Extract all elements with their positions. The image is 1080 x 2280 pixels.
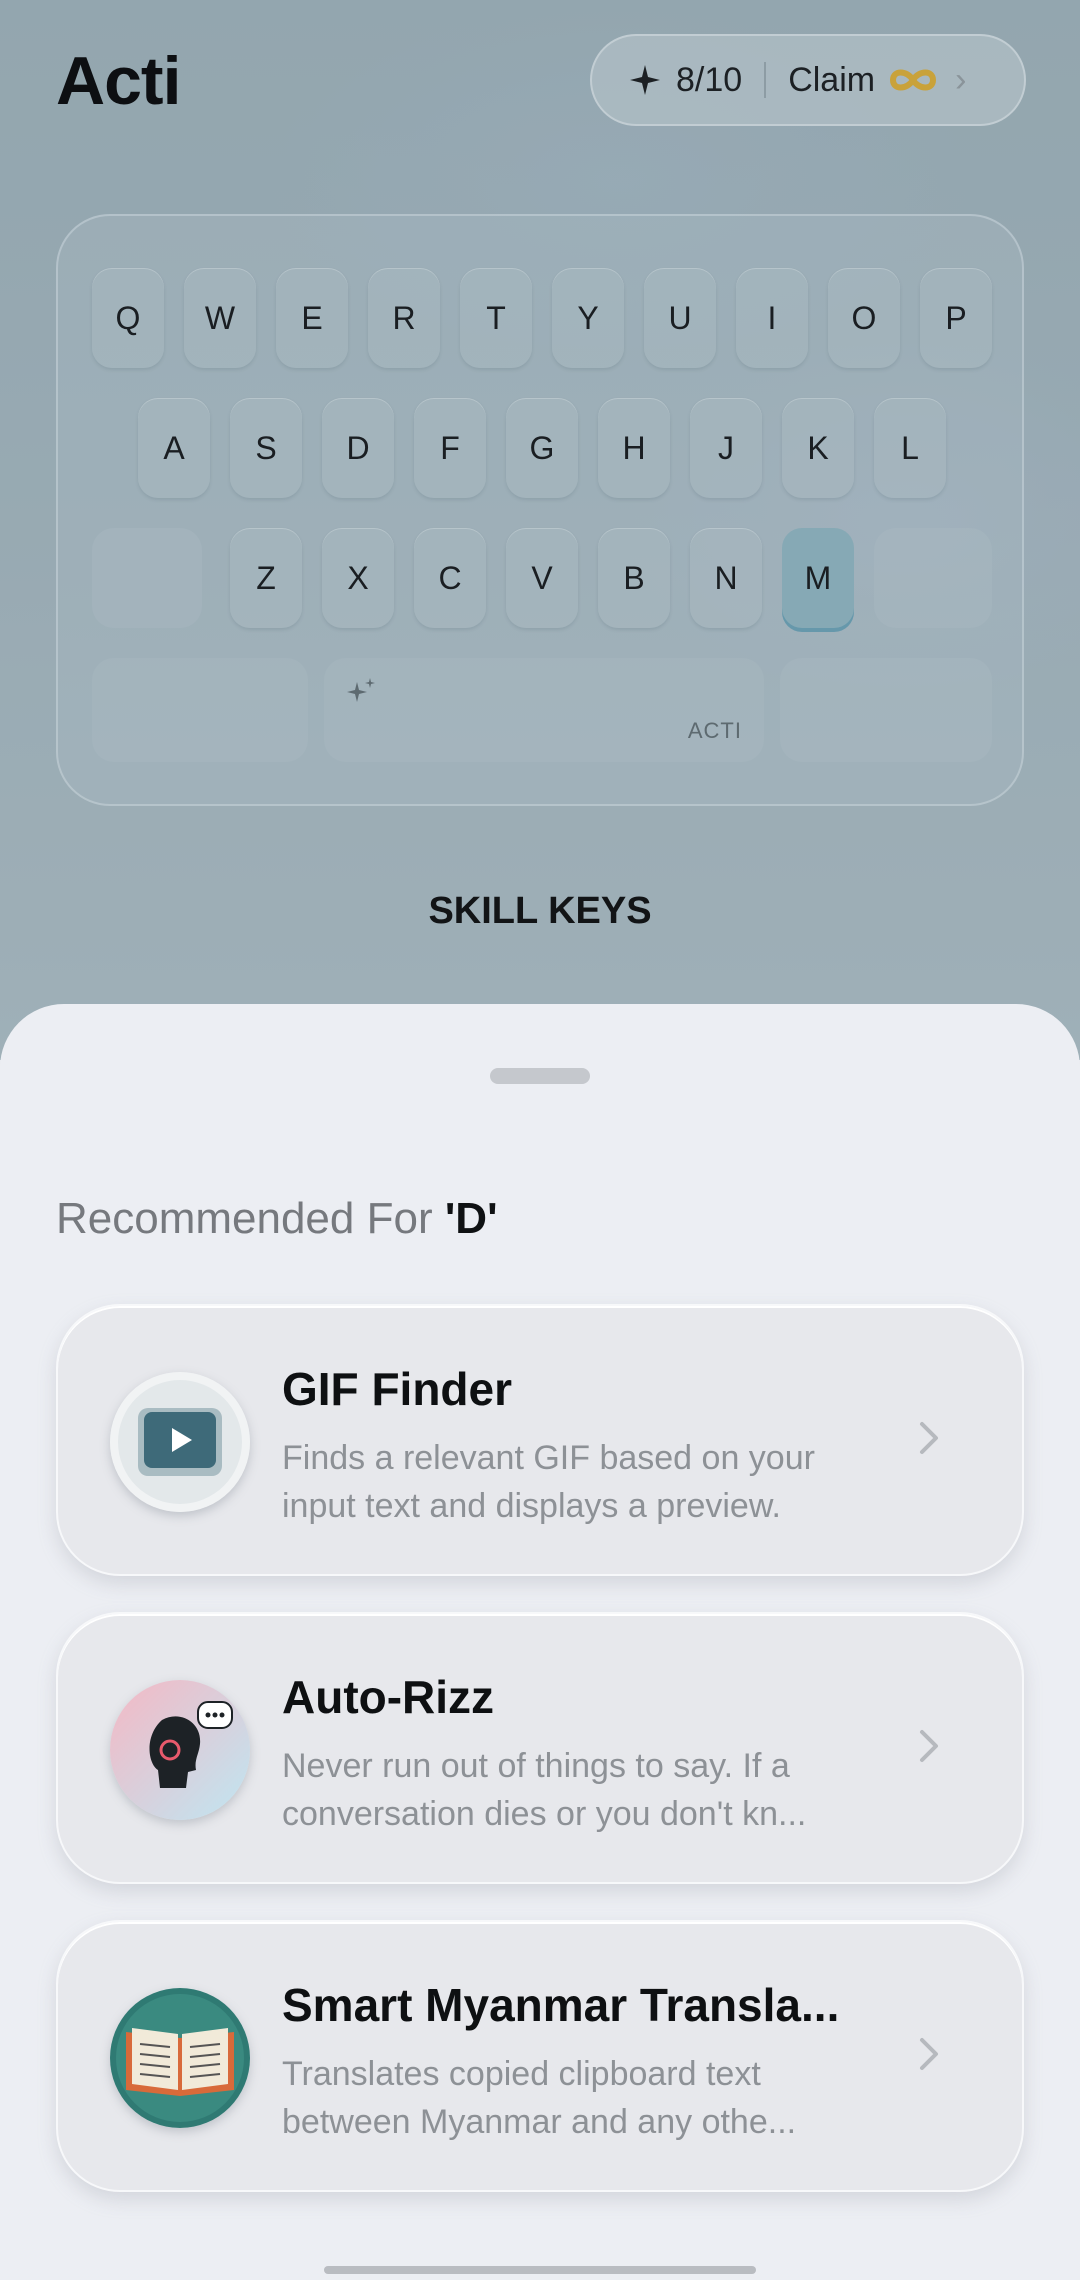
key-numbers[interactable] [92,658,308,762]
key-u[interactable]: U [644,268,716,368]
card-description: Translates copied clipboard text between… [282,2050,922,2146]
key-i[interactable]: I [736,268,808,368]
skill-card-gif-finder[interactable]: GIF Finder Finds a relevant GIF based on… [56,1304,1024,1576]
open-book-icon [110,1988,250,2128]
space-key-label: ACTI [687,718,742,743]
key-o[interactable]: O [828,268,900,368]
card-title: GIF Finder [282,1363,512,1415]
chevron-right-icon: › [955,60,967,99]
app-title: Acti [56,43,181,119]
chat-head-icon [110,1680,250,1820]
key-q[interactable]: Q [92,268,164,368]
pill-divider [764,62,767,98]
recommended-title: Recommended For 'D' [56,1194,498,1244]
recommended-prefix: Recommended For [56,1194,445,1243]
sparkle-icon [630,65,660,95]
key-shift[interactable] [92,528,202,628]
section-heading-skill-keys: SKILL KEYS [428,890,652,932]
claim-label: Claim [788,60,876,99]
key-j[interactable]: J [690,398,762,498]
infinity-icon [890,69,937,91]
key-f[interactable]: F [414,398,486,498]
key-w[interactable]: W [184,268,256,368]
key-h[interactable]: H [598,398,670,498]
key-space[interactable]: ACTI [324,658,764,762]
sparkle-icon [347,678,375,702]
card-description-line: input text and displays a preview. [282,1487,781,1525]
chevron-right-icon [920,2038,938,2070]
key-e[interactable]: E [276,268,348,368]
key-m-highlighted[interactable]: M [782,528,854,628]
sheet-grabber-handle[interactable] [490,1068,590,1084]
card-description-line: Translates copied clipboard text [282,2055,761,2093]
card-description-line: conversation dies or you don't kn... [282,1795,807,1833]
bottom-sheet: Recommended For 'D' GIF Finder Finds a r… [0,1004,1080,2280]
key-g[interactable]: G [506,398,578,498]
key-p[interactable]: P [920,268,992,368]
key-t[interactable]: T [460,268,532,368]
chevron-right-icon [920,1730,938,1762]
card-description: Never run out of things to say. If a con… [282,1742,922,1838]
credits-count: 8/10 [676,60,743,99]
card-description-line: Finds a relevant GIF based on your [282,1439,815,1477]
home-indicator[interactable] [324,2266,756,2274]
card-description-line: Never run out of things to say. If a [282,1747,790,1785]
key-x[interactable]: X [322,528,394,628]
key-z[interactable]: Z [230,528,302,628]
card-title: Smart Myanmar Transla... [282,1979,840,2031]
key-d[interactable]: D [322,398,394,498]
key-backspace[interactable] [874,528,992,628]
recommended-letter: 'D' [444,1194,498,1243]
key-s[interactable]: S [230,398,302,498]
key-c[interactable]: C [414,528,486,628]
key-l[interactable]: L [874,398,946,498]
key-b[interactable]: B [598,528,670,628]
key-k[interactable]: K [782,398,854,498]
card-description: Finds a relevant GIF based on your input… [282,1434,922,1530]
key-return[interactable] [780,658,992,762]
credits-claim-pill[interactable]: 8/10 Claim › [590,34,1026,126]
skill-card-auto-rizz[interactable]: Auto-Rizz Never run out of things to say… [56,1612,1024,1884]
key-n[interactable]: N [690,528,762,628]
card-title: Auto-Rizz [282,1671,495,1723]
key-r[interactable]: R [368,268,440,368]
skill-card-smart-myanmar-translate[interactable]: Smart Myanmar Transla... Translates copi… [56,1920,1024,2192]
card-description-line: between Myanmar and any othe... [282,2103,797,2141]
key-a[interactable]: A [138,398,210,498]
key-y[interactable]: Y [552,268,624,368]
play-video-icon [110,1372,250,1512]
key-v[interactable]: V [506,528,578,628]
chevron-right-icon [920,1422,938,1454]
keyboard-preview: Q W E R T Y U I O P A S D F G H J K L Z … [56,214,1024,806]
